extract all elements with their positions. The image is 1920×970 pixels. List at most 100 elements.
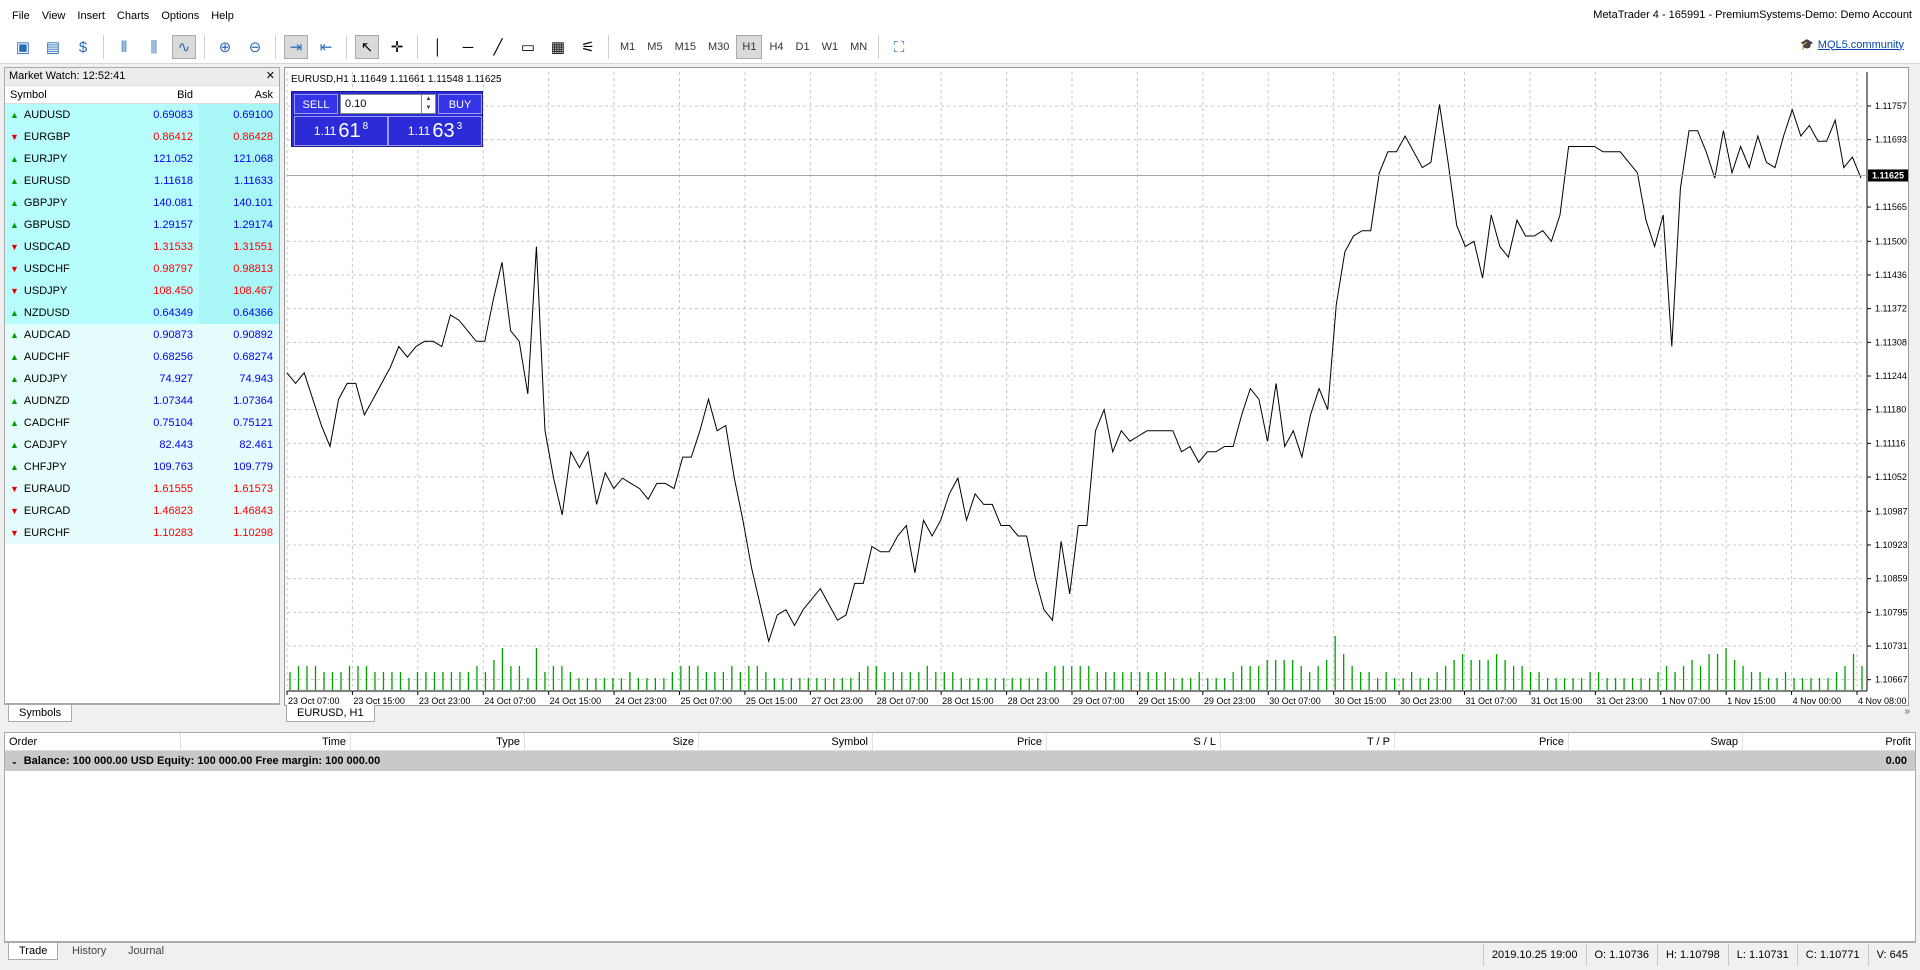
balance-row[interactable]: ⌄ Balance: 100 000.00 USD Equity: 100 00… bbox=[5, 751, 1915, 771]
market-watch-row[interactable]: ▼ EURCHF 1.10283 1.10298 bbox=[5, 522, 279, 544]
vertical-line-icon[interactable]: │ bbox=[426, 35, 450, 59]
fibonacci-icon[interactable]: ▦ bbox=[546, 35, 570, 59]
sell-button[interactable]: SELL bbox=[294, 94, 338, 114]
tab-history[interactable]: History bbox=[62, 943, 116, 959]
market-watch-row[interactable]: ▲ CHFJPY 109.763 109.779 bbox=[5, 456, 279, 478]
profiles-icon[interactable]: ▤ bbox=[41, 35, 65, 59]
status-high: H: 1.10798 bbox=[1656, 944, 1728, 966]
market-watch-row[interactable]: ▼ EURCAD 1.46823 1.46843 bbox=[5, 500, 279, 522]
buy-price-button[interactable]: 1.11 63 3 bbox=[388, 116, 482, 146]
lot-spinner-icon[interactable]: ▲ ▼ bbox=[421, 95, 435, 113]
column-time[interactable]: Time bbox=[181, 732, 351, 751]
x-tick-label: 4 Nov 08:00 bbox=[1858, 696, 1907, 706]
market-watch-row[interactable]: ▲ NZDUSD 0.64349 0.64366 bbox=[5, 302, 279, 324]
market-watch-row[interactable]: ▲ AUDCHF 0.68256 0.68274 bbox=[5, 346, 279, 368]
candlestick-icon[interactable]: ⫼ bbox=[142, 35, 166, 59]
market-watch-row[interactable]: ▲ EURJPY 121.052 121.068 bbox=[5, 148, 279, 170]
column-size[interactable]: Size bbox=[525, 732, 699, 751]
chart-shift-icon[interactable]: ⇤ bbox=[314, 35, 338, 59]
lot-size-input[interactable]: 0.10 ▲ ▼ bbox=[340, 94, 436, 114]
y-tick-label: 1.10667 bbox=[1875, 675, 1908, 685]
menu-insert[interactable]: Insert bbox=[71, 10, 111, 22]
price-chart[interactable]: 1.117571.116931.115651.115001.114361.113… bbox=[285, 68, 1910, 707]
text-label-icon[interactable]: ▭ bbox=[516, 35, 540, 59]
trendline-icon[interactable]: ╱ bbox=[486, 35, 510, 59]
menu-view[interactable]: View bbox=[36, 10, 72, 22]
column-ask[interactable]: Ask bbox=[199, 89, 279, 101]
market-watch-row[interactable]: ▲ EURUSD 1.11618 1.11633 bbox=[5, 170, 279, 192]
column-sl[interactable]: S / L bbox=[1047, 732, 1221, 751]
market-watch-row[interactable]: ▼ USDCHF 0.98797 0.98813 bbox=[5, 258, 279, 280]
market-watch-row[interactable]: ▲ AUDUSD 0.69083 0.69100 bbox=[5, 104, 279, 126]
market-watch-icon[interactable]: $ bbox=[71, 35, 95, 59]
column-order[interactable]: Order bbox=[5, 732, 181, 751]
buy-button[interactable]: BUY bbox=[438, 94, 482, 114]
timeframe-m5[interactable]: M5 bbox=[642, 35, 667, 59]
tab-trade[interactable]: Trade bbox=[8, 943, 59, 960]
column-current-price[interactable]: Price bbox=[1395, 732, 1569, 751]
market-watch-row[interactable]: ▲ GBPJPY 140.081 140.101 bbox=[5, 192, 279, 214]
cursor-icon[interactable]: ↖ bbox=[355, 35, 379, 59]
fullscreen-icon[interactable]: ⛶ bbox=[887, 35, 911, 59]
tab-symbols[interactable]: Symbols bbox=[8, 705, 73, 722]
horizontal-line-icon[interactable]: ─ bbox=[456, 35, 480, 59]
timeframe-m15[interactable]: M15 bbox=[670, 35, 701, 59]
timeframe-w1[interactable]: W1 bbox=[817, 35, 844, 59]
column-tp[interactable]: T / P bbox=[1221, 732, 1395, 751]
menu-options[interactable]: Options bbox=[155, 10, 205, 22]
market-watch-row[interactable]: ▲ AUDCAD 0.90873 0.90892 bbox=[5, 324, 279, 346]
x-tick-label: 23 Oct 23:00 bbox=[419, 696, 471, 706]
symbol-name: USDJPY bbox=[23, 285, 68, 297]
sell-price-button[interactable]: 1.11 61 8 bbox=[294, 116, 388, 146]
crosshair-icon[interactable]: ✛ bbox=[385, 35, 409, 59]
column-profit[interactable]: Profit bbox=[1743, 733, 1915, 751]
chart-tabs-scroll-icon[interactable]: » bbox=[1904, 706, 1910, 717]
zoom-in-icon[interactable]: ⊕ bbox=[213, 35, 237, 59]
menu-file[interactable]: File bbox=[6, 10, 36, 22]
market-watch-row[interactable]: ▲ AUDNZD 1.07344 1.07364 bbox=[5, 390, 279, 412]
tab-journal[interactable]: Journal bbox=[118, 943, 174, 959]
market-watch-row[interactable]: ▲ CADCHF 0.75104 0.75121 bbox=[5, 412, 279, 434]
market-watch-row[interactable]: ▼ USDJPY 108.450 108.467 bbox=[5, 280, 279, 302]
market-watch-row[interactable]: ▲ CADJPY 82.443 82.461 bbox=[5, 434, 279, 456]
menu-charts[interactable]: Charts bbox=[111, 10, 155, 22]
objects-icon[interactable]: ⚟ bbox=[576, 35, 600, 59]
bid-cell: 0.90873 bbox=[115, 324, 199, 346]
tab-chart-eurusd[interactable]: EURUSD, H1 bbox=[286, 705, 375, 722]
timeframe-m1[interactable]: M1 bbox=[615, 35, 640, 59]
column-bid[interactable]: Bid bbox=[115, 89, 199, 101]
market-watch-row[interactable]: ▼ EURGBP 0.86412 0.86428 bbox=[5, 126, 279, 148]
market-watch-row[interactable]: ▲ AUDJPY 74.927 74.943 bbox=[5, 368, 279, 390]
symbol-cell: ▲ EURUSD bbox=[5, 170, 115, 192]
chart-window[interactable]: 1.11757 1.11693 1.11565 1.11500 1.11436 1.113… bbox=[284, 67, 1909, 706]
symbol-name: EURAUD bbox=[23, 483, 71, 495]
column-symbol[interactable]: Symbol bbox=[699, 732, 873, 751]
column-type[interactable]: Type bbox=[351, 732, 525, 751]
mql-community-link[interactable]: 🎓 MQL5.community bbox=[1800, 38, 1904, 52]
timeframe-d1[interactable]: D1 bbox=[791, 35, 815, 59]
market-watch-row[interactable]: ▲ GBPUSD 1.29157 1.29174 bbox=[5, 214, 279, 236]
timeframe-h4[interactable]: H4 bbox=[764, 35, 788, 59]
symbol-cell: ▲ NZDUSD bbox=[5, 302, 115, 324]
arrow-up-icon: ▲ bbox=[10, 352, 19, 362]
auto-scroll-icon[interactable]: ⇥ bbox=[284, 35, 308, 59]
zoom-out-icon[interactable]: ⊖ bbox=[243, 35, 267, 59]
new-chart-icon[interactable]: ▣ bbox=[11, 35, 35, 59]
ask-cell: 109.779 bbox=[199, 456, 279, 478]
menu-help[interactable]: Help bbox=[205, 10, 240, 22]
column-symbol[interactable]: Symbol bbox=[5, 89, 115, 101]
y-tick-label: 1.11308 bbox=[1875, 337, 1907, 347]
bid-cell: 1.29157 bbox=[115, 214, 199, 236]
column-price[interactable]: Price bbox=[873, 732, 1047, 751]
timeframe-h1[interactable]: H1 bbox=[736, 35, 763, 59]
timeframe-mn[interactable]: MN bbox=[845, 35, 872, 59]
column-swap[interactable]: Swap bbox=[1569, 732, 1743, 751]
market-watch-row[interactable]: ▼ USDCAD 1.31533 1.31551 bbox=[5, 236, 279, 258]
timeframe-m30[interactable]: M30 bbox=[703, 35, 734, 59]
close-icon[interactable]: ✕ bbox=[266, 69, 275, 82]
collapse-icon[interactable]: ⌄ bbox=[11, 757, 18, 766]
line-chart-icon[interactable]: ∿ bbox=[172, 35, 196, 59]
market-watch-row[interactable]: ▼ EURAUD 1.61555 1.61573 bbox=[5, 478, 279, 500]
ask-cell: 74.943 bbox=[199, 368, 279, 390]
bar-chart-icon[interactable]: ⫴ bbox=[112, 35, 136, 59]
